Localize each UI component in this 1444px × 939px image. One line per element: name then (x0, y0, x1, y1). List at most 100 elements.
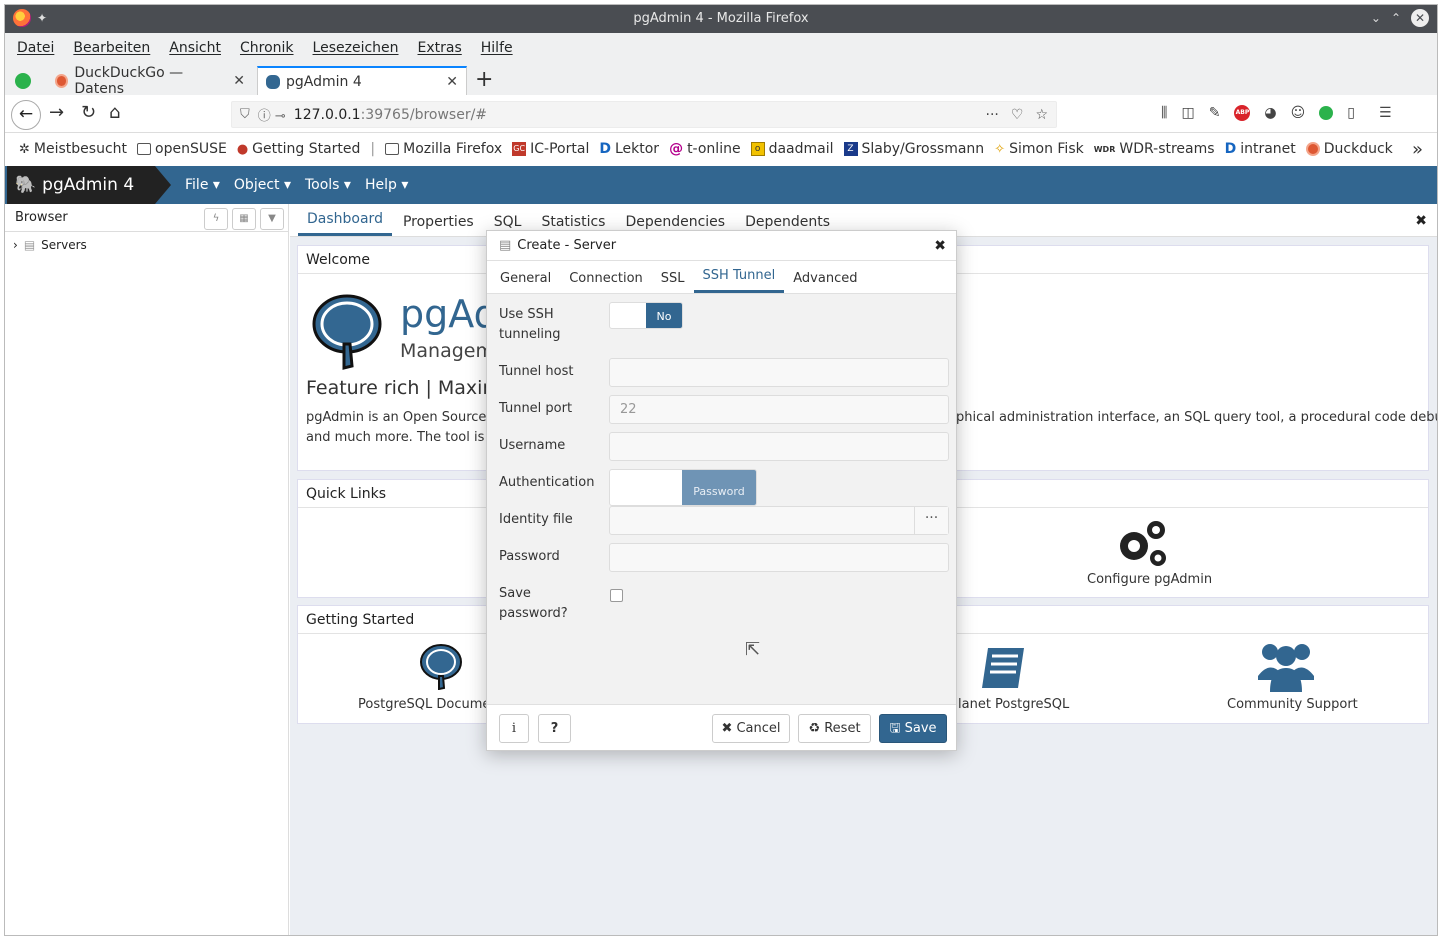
use-ssh-toggle[interactable]: No (609, 302, 683, 329)
close-tab-icon[interactable]: ✕ (446, 74, 458, 90)
extension-puzzle-icon[interactable]: ◕ (1264, 105, 1276, 121)
dialog-tab-ssh-tunnel[interactable]: SSH Tunnel (693, 268, 785, 293)
library-icon[interactable]: ⫼ (1161, 105, 1167, 121)
save-button[interactable]: 🖫 Save (879, 714, 947, 743)
pocket-icon[interactable]: ♡ (1011, 107, 1024, 123)
url-bar[interactable]: ⛉ ⓘ ⊸ 127.0.0.1:39765/browser/# ··· ♡ ☆ (231, 101, 1057, 128)
tree-item-label: Servers (41, 238, 87, 252)
info-button[interactable]: i (499, 714, 529, 743)
sidebar-icon[interactable]: ◫ (1181, 105, 1194, 121)
community-support-link[interactable]: Community Support (1227, 697, 1358, 712)
welcome-description-2: and much more. The tool is des (306, 430, 512, 445)
menu-bearbeiten[interactable]: Bearbeiten (73, 40, 150, 56)
adblock-icon[interactable]: ABP (1234, 105, 1251, 121)
postgresql-docs-icon[interactable] (418, 642, 464, 690)
folder-icon (385, 143, 400, 155)
reader-icon[interactable]: ▯ (1347, 105, 1355, 121)
reload-button[interactable]: ↻ (81, 102, 96, 123)
configure-gears-icon[interactable] (1112, 518, 1172, 570)
save-password-checkbox[interactable] (610, 589, 623, 602)
extension-green-icon[interactable] (1319, 106, 1334, 120)
menu-ansicht[interactable]: Ansicht (169, 40, 221, 56)
shield-icon[interactable]: ⛉ (240, 107, 250, 122)
extension-feather-icon[interactable]: ✎ (1209, 105, 1221, 121)
dialog-tab-connection[interactable]: Connection (560, 271, 652, 293)
close-window-icon[interactable]: ✕ (1411, 9, 1429, 27)
username-input[interactable] (609, 432, 949, 461)
tunnel-host-input[interactable] (609, 358, 949, 387)
bookmark-slaby[interactable]: Z Slaby/Grossmann (843, 141, 984, 157)
pgadmin-brand[interactable]: 🐘 pgAdmin 4 (7, 166, 171, 204)
bookmark-simon-fisk[interactable]: ✧ Simon Fisk (994, 141, 1084, 157)
star-icon: ✧ (994, 141, 1006, 157)
pg-menu-help[interactable]: Help ▾ (365, 177, 408, 193)
pg-menu-tools[interactable]: Tools ▾ (305, 177, 351, 193)
query-tool-icon[interactable]: ϟ (204, 208, 228, 230)
gc-icon: GC (512, 142, 527, 156)
dialog-tab-general[interactable]: General (491, 271, 560, 293)
browse-file-button[interactable]: ··· (914, 507, 948, 534)
info-icon[interactable]: ⓘ ⊸ (258, 105, 286, 124)
menu-datei[interactable]: Datei (17, 40, 54, 56)
page-actions-icon[interactable]: ··· (986, 107, 999, 123)
book-icon[interactable] (978, 644, 1028, 692)
planet-postgresql-link[interactable]: lanet PostgreSQL (958, 697, 1069, 712)
bookmark-duckduck[interactable]: Duckduck (1305, 141, 1393, 157)
cancel-button[interactable]: ✖ Cancel (712, 714, 790, 743)
bookmark-star-icon[interactable]: ☆ (1035, 107, 1048, 123)
dialog-tab-ssl[interactable]: SSL (652, 271, 694, 293)
bookmark-mozilla-firefox[interactable]: Mozilla Firefox (385, 141, 502, 157)
dialog-footer: i ? ✖ Cancel ♻ Reset 🖫 Save (487, 704, 956, 750)
expand-chevron-icon[interactable]: › (13, 238, 18, 252)
dialog-tab-advanced[interactable]: Advanced (784, 271, 866, 293)
account-icon[interactable]: ☺ (1291, 105, 1306, 121)
identity-file-input[interactable]: ··· (609, 506, 949, 535)
minimize-icon[interactable]: ⌄ (1371, 11, 1381, 25)
configure-pgadmin-link[interactable]: Configure pgAdmin (1087, 572, 1212, 587)
authentication-label: Authentication (499, 475, 595, 490)
close-panel-icon[interactable]: ✖ (1415, 213, 1427, 229)
community-icon[interactable] (1256, 640, 1316, 692)
new-tab-button[interactable]: + (475, 67, 493, 92)
password-input[interactable] (609, 543, 949, 572)
postgresql-docs-link[interactable]: PostgreSQL Documen (358, 697, 499, 712)
bookmark-ic-portal[interactable]: GC IC-Portal (512, 141, 589, 157)
menu-lesezeichen[interactable]: Lesezeichen (313, 40, 399, 56)
menu-chronik[interactable]: Chronik (240, 40, 294, 56)
pg-menu-file[interactable]: File ▾ (185, 177, 220, 193)
bookmark-daadmail[interactable]: o daadmail (750, 141, 834, 157)
tab-dashboard[interactable]: Dashboard (298, 211, 392, 236)
title-bar: ✦ pgAdmin 4 - Mozilla Firefox ⌄ ⌃ ✕ (5, 5, 1437, 33)
menu-extras[interactable]: Extras (418, 40, 462, 56)
dialog-close-icon[interactable]: ✖ (934, 238, 946, 254)
menu-hilfe[interactable]: Hilfe (481, 40, 513, 56)
bookmark-opensuse[interactable]: openSUSE (137, 141, 227, 157)
forward-button[interactable]: → (49, 102, 64, 123)
extension-icon[interactable] (15, 73, 31, 89)
tab-duckduckgo[interactable]: DuckDuckGo — Datens ✕ (47, 65, 253, 97)
bookmark-t-online[interactable]: @ t-online (669, 141, 741, 157)
pgadmin-icon (266, 74, 280, 89)
more-bookmarks-icon[interactable]: » (1412, 139, 1423, 160)
tunnel-port-label: Tunnel port (499, 401, 573, 416)
close-tab-icon[interactable]: ✕ (233, 73, 245, 89)
home-button[interactable]: ⌂ (109, 102, 120, 123)
bookmark-intranet[interactable]: Dintranet (1225, 141, 1296, 157)
tunnel-port-input[interactable]: 22 (609, 395, 949, 424)
authentication-toggle[interactable]: Password (609, 469, 757, 506)
bookmark-lektor[interactable]: D Lektor (599, 141, 659, 157)
bookmark-wdr-streams[interactable]: WDR WDR-streams (1094, 141, 1215, 157)
back-button[interactable]: ← (11, 100, 41, 130)
bookmark-meistbesucht[interactable]: ✲ Meistbesucht (19, 141, 127, 157)
tree-item-servers[interactable]: › ▤ Servers (5, 232, 288, 258)
tab-pgadmin[interactable]: pgAdmin 4 ✕ (257, 66, 467, 95)
maximize-icon[interactable]: ⌃ (1391, 11, 1401, 25)
bookmark-getting-started[interactable]: ● Getting Started (237, 141, 361, 157)
pg-menu-object[interactable]: Object ▾ (234, 177, 291, 193)
tab-properties[interactable]: Properties (394, 214, 483, 236)
hamburger-menu-icon[interactable]: ☰ (1379, 105, 1392, 121)
view-data-icon[interactable]: ▦ (232, 208, 256, 230)
filter-icon[interactable]: ▼ (260, 208, 284, 230)
reset-button[interactable]: ♻ Reset (798, 714, 871, 743)
help-button[interactable]: ? (538, 714, 571, 743)
